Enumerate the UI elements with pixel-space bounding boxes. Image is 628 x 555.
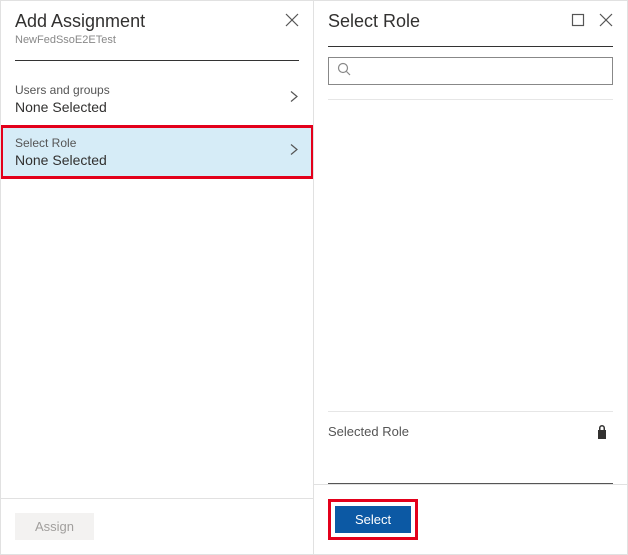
divider (15, 178, 299, 179)
role-search-input[interactable] (357, 58, 604, 84)
pane-header-left: Add Assignment NewFedSsoE2ETest (1, 1, 313, 54)
app-root: Add Assignment NewFedSsoE2ETest Users an… (0, 0, 628, 555)
close-icon[interactable] (597, 11, 615, 29)
select-role-pane: Select Role (314, 1, 627, 554)
lock-icon (595, 424, 609, 445)
maximize-icon[interactable] (569, 11, 587, 29)
users-and-groups-row[interactable]: Users and groups None Selected (1, 73, 313, 125)
select-role-row[interactable]: Select Role None Selected (1, 126, 313, 178)
assign-button: Assign (15, 513, 94, 540)
search-wrap (314, 47, 627, 95)
right-footer: Select (314, 484, 627, 554)
chevron-right-icon (289, 143, 299, 162)
row-label: Users and groups (15, 83, 299, 97)
select-button-highlight: Select (328, 499, 418, 540)
chevron-right-icon (289, 90, 299, 109)
left-footer: Assign (1, 498, 313, 554)
search-icon (337, 62, 351, 81)
row-value: None Selected (15, 152, 299, 168)
selected-role-area: Selected Role (314, 412, 627, 449)
role-list (328, 99, 613, 412)
row-label: Select Role (15, 136, 299, 150)
pane-header-right: Select Role (314, 1, 627, 40)
assignment-steps: Users and groups None Selected Select Ro… (1, 61, 313, 498)
add-assignment-pane: Add Assignment NewFedSsoE2ETest Users an… (1, 1, 314, 554)
select-button[interactable]: Select (335, 506, 411, 533)
add-assignment-subtitle: NewFedSsoE2ETest (15, 34, 299, 46)
close-icon[interactable] (283, 11, 301, 29)
selected-role-label: Selected Role (328, 424, 613, 439)
row-value: None Selected (15, 99, 299, 115)
role-search-box[interactable] (328, 57, 613, 85)
add-assignment-title: Add Assignment (15, 11, 299, 32)
